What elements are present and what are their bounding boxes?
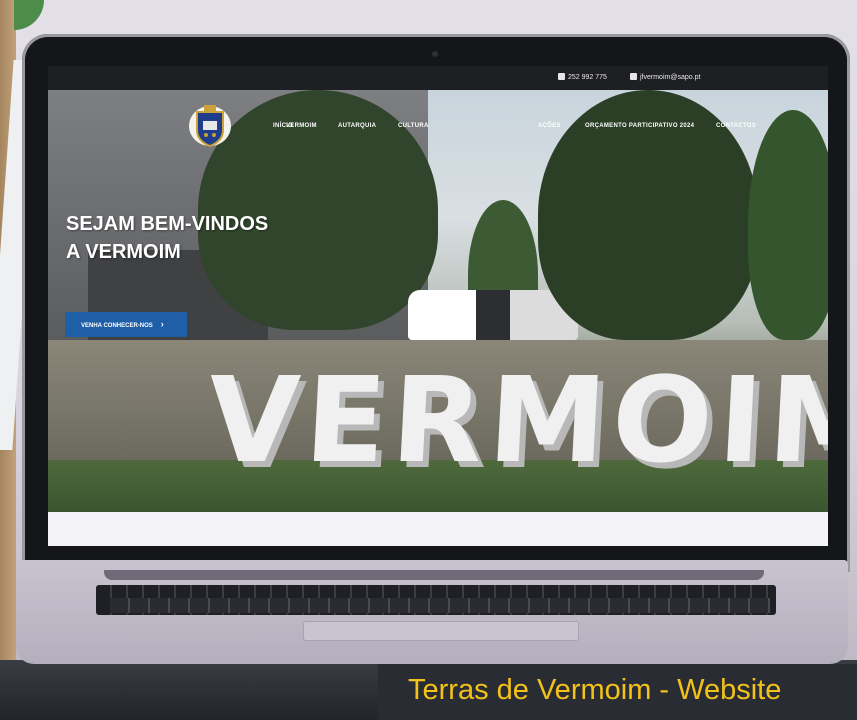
parked-cars [408, 290, 578, 340]
email-icon [630, 73, 637, 80]
laptop-screen: 252 992 775 jfvermoim@sapo.pt VERMOIM IN… [48, 66, 828, 546]
parish-coat-of-arms-logo[interactable] [186, 102, 234, 150]
nav-item-vermoim[interactable]: VERMOIM [286, 123, 317, 129]
venha-conhecer-button[interactable]: VENHA CONHECER-NOS › [65, 312, 187, 337]
cta-label: VENHA CONHECER-NOS [81, 323, 153, 329]
phone-contact[interactable]: 252 992 775 [558, 73, 607, 81]
webcam [432, 51, 438, 57]
nav-item-acoes[interactable]: AÇÕES [538, 123, 561, 129]
nav-item-cultura[interactable]: CULTURA [398, 123, 429, 129]
phone-icon [558, 73, 565, 80]
nav-item-autarquia[interactable]: AUTARQUIA [338, 123, 376, 129]
vermoim-letter-sign: VERMOIM [204, 351, 828, 489]
hero-heading: SEJAM BEM-VINDOS A VERMOIM [66, 210, 268, 266]
email-address: jfvermoim@sapo.pt [640, 74, 701, 81]
hero-section: VERMOIM INÍCIO VERMOIM AUTARQUIA CULTURA… [48, 90, 828, 512]
email-contact[interactable]: jfvermoim@sapo.pt [630, 73, 700, 81]
nav-item-contactos[interactable]: CONTACTOS [716, 123, 756, 129]
nav-item-orcamento[interactable]: ORÇAMENTO PARTICIPATIVO 2024 [585, 123, 694, 129]
caption-title: Terras de Vermoim - Website [408, 674, 782, 706]
tree [748, 110, 828, 340]
keyboard-row [110, 598, 770, 613]
phone-number: 252 992 775 [568, 74, 607, 81]
trackpad [303, 621, 579, 641]
laptop-hinge [104, 570, 764, 580]
website-topbar: 252 992 775 jfvermoim@sapo.pt [48, 66, 828, 90]
chevron-right-icon: › [160, 319, 164, 329]
hero-heading-line1: SEJAM BEM-VINDOS [66, 213, 269, 235]
caption-banner: Terras de Vermoim - Website [378, 664, 857, 720]
hero-heading-line2: A VERMOIM [66, 241, 181, 263]
content-area [48, 512, 828, 546]
